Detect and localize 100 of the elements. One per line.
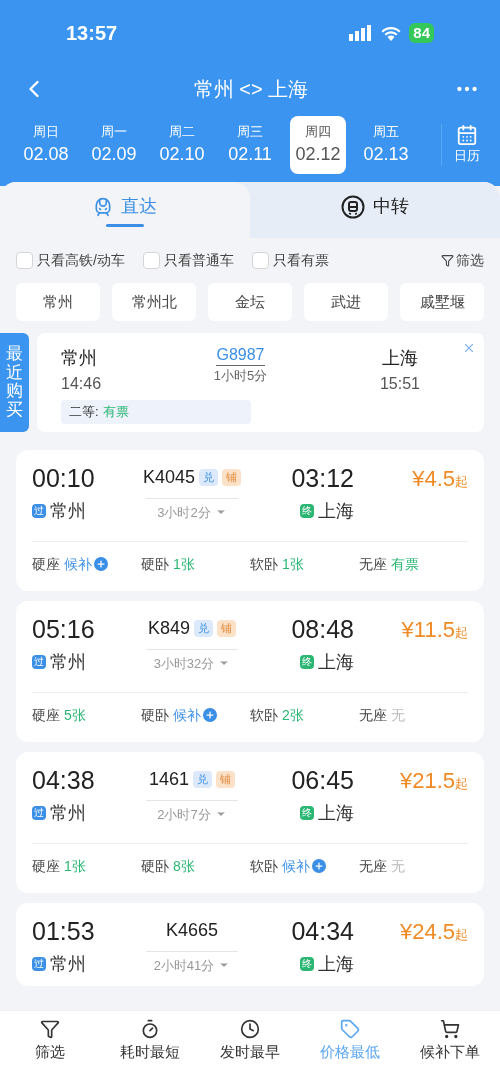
terminal-tag: 终 xyxy=(300,806,314,820)
arrival-time: 08:48 xyxy=(291,613,354,645)
sort-tab[interactable]: 耗时最短 xyxy=(100,1019,200,1064)
sort-tab[interactable]: 候补下单 xyxy=(400,1019,500,1064)
price: ¥11.5 xyxy=(401,615,455,644)
route-title: 常州 <> 上海 xyxy=(193,77,309,102)
train-badge: 兑 xyxy=(199,469,219,486)
seat-type: 硬卧 xyxy=(141,856,169,876)
price-suffix: 起 xyxy=(455,472,468,491)
seat-type: 软卧 xyxy=(250,856,278,876)
close-icon[interactable] xyxy=(462,341,476,355)
departure-time: 05:16 xyxy=(32,613,96,645)
train-number[interactable]: K4045 xyxy=(142,464,196,491)
seat-type: 硬座 xyxy=(32,856,60,876)
tag-icon xyxy=(340,1019,360,1039)
arrival-time: 15:51 xyxy=(379,374,420,394)
seat-type: 软卧 xyxy=(250,705,278,725)
calendar-icon xyxy=(456,124,478,147)
arrival-time: 04:34 xyxy=(291,915,354,947)
arrival-station: 上海 xyxy=(318,499,354,523)
station-chip[interactable]: 金坛 xyxy=(208,283,292,321)
sort-tab[interactable]: 筛选 xyxy=(0,1019,100,1064)
arrival-time: 06:45 xyxy=(291,764,354,796)
train-icon xyxy=(93,196,113,217)
timer-icon xyxy=(140,1019,160,1039)
filter-checkbox[interactable]: 只看普通车 xyxy=(142,250,234,271)
duration: 2小时41分 xyxy=(153,956,215,975)
battery-level: 84 xyxy=(409,23,434,43)
filter-checkbox[interactable]: 只看高铁/动车 xyxy=(16,250,125,271)
seat-status[interactable]: 候补 xyxy=(173,704,201,726)
date-tab[interactable]: 周四 02.12 xyxy=(290,116,346,174)
terminal-tag: 终 xyxy=(300,504,314,518)
seat-type: 硬座 xyxy=(32,705,60,725)
train-number[interactable]: K849 xyxy=(147,615,190,642)
filter-icon xyxy=(441,254,454,267)
train-card[interactable]: 01:53 过 常州 K4665 2小时41分 04:34 终 上海 ¥24.5起 xyxy=(16,902,484,986)
seat-type: 硬卧 xyxy=(141,554,169,574)
via-tag: 过 xyxy=(32,655,46,669)
price: ¥4.5 xyxy=(412,464,455,493)
seat-type: 无座 xyxy=(359,856,387,876)
arrival-station: 上海 xyxy=(318,952,354,976)
arrival-station: 上海 xyxy=(318,801,354,825)
via-tag: 过 xyxy=(32,504,46,518)
duration: 3小时32分 xyxy=(153,654,215,673)
seat-status[interactable]: 候补 xyxy=(64,553,92,575)
filter-button[interactable]: 筛选 xyxy=(441,250,484,271)
station-chip[interactable]: 常州 xyxy=(16,283,100,321)
seat-status: 2张 xyxy=(282,705,304,725)
sort-tab[interactable]: 发时最早 xyxy=(200,1019,300,1064)
via-tag: 过 xyxy=(32,957,46,971)
train-number[interactable]: 1461 xyxy=(148,766,189,793)
seat-status: 5张 xyxy=(64,705,86,725)
route-tab[interactable]: 中转 xyxy=(250,182,500,238)
seat-status: 1张 xyxy=(173,554,195,574)
departure-station: 常州 xyxy=(50,499,86,523)
train-number[interactable]: K4665 xyxy=(165,917,219,944)
filter-checkbox[interactable]: 只看有票 xyxy=(251,250,329,271)
train-card[interactable]: 04:38 过 常州 1461 兑 铺 2小时7分 06:45 终 上海 ¥21.5起 硬座 1张 硬卧 8张 软卧 候补 无座 无 xyxy=(16,751,484,893)
seat-class: 二等: xyxy=(69,403,99,421)
arrival-time: 03:12 xyxy=(291,462,354,494)
price-suffix: 起 xyxy=(455,774,468,793)
via-tag: 过 xyxy=(32,806,46,820)
departure-station: 常州 xyxy=(61,347,98,370)
train-badge: 兑 xyxy=(193,771,212,788)
station-chip[interactable]: 戚墅堰 xyxy=(400,283,484,321)
station-chip[interactable]: 常州北 xyxy=(112,283,196,321)
seat-status: 有票 xyxy=(391,554,419,574)
price: ¥21.5 xyxy=(399,766,455,795)
clock-icon xyxy=(240,1019,260,1039)
status-time: 13:57 xyxy=(66,21,118,46)
recent-card[interactable]: 常州 14:46 G8987 1小时5分 上海 15:51 二等: 有票 xyxy=(37,333,484,432)
seat-status[interactable]: 候补 xyxy=(282,855,310,877)
train-badge: 铺 xyxy=(216,771,235,788)
departure-station: 常州 xyxy=(50,650,86,674)
departure-time: 00:10 xyxy=(32,462,96,494)
seat-status: 1张 xyxy=(282,554,304,574)
plus-icon xyxy=(312,859,326,873)
duration: 3小时2分 xyxy=(157,503,211,522)
train-badge: 铺 xyxy=(222,469,242,486)
departure-station: 常州 xyxy=(50,801,86,825)
departure-time: 04:38 xyxy=(32,764,96,796)
terminal-tag: 终 xyxy=(300,957,314,971)
duration: 2小时7分 xyxy=(157,805,211,824)
seat-type: 硬座 xyxy=(32,554,60,574)
seat-status: 1张 xyxy=(64,856,86,876)
departure-time: 14:46 xyxy=(61,374,102,394)
seat-status: 有票 xyxy=(102,403,129,421)
seat-type: 无座 xyxy=(359,705,387,725)
seat-type: 无座 xyxy=(359,554,387,574)
train-card[interactable]: 05:16 过 常州 K849 兑 铺 3小时32分 08:48 终 上海 ¥11.5起 硬座 5张 硬卧 候补 软卧 2张 无座 无 xyxy=(16,600,484,742)
seat-status: 无 xyxy=(391,856,405,876)
plus-icon xyxy=(203,708,217,722)
cart-icon xyxy=(440,1019,460,1039)
train-card[interactable]: 00:10 过 常州 K4045 兑 铺 3小时2分 03:12 终 上海 ¥4.5起 硬座 候补 硬卧 1张 软卧 1张 无座 有票 xyxy=(16,449,484,591)
terminal-tag: 终 xyxy=(300,655,314,669)
station-chip[interactable]: 武进 xyxy=(304,283,388,321)
signal-icon xyxy=(349,25,374,41)
seat-status: 无 xyxy=(391,705,405,725)
wifi-icon xyxy=(381,25,402,41)
plus-icon xyxy=(94,557,108,571)
